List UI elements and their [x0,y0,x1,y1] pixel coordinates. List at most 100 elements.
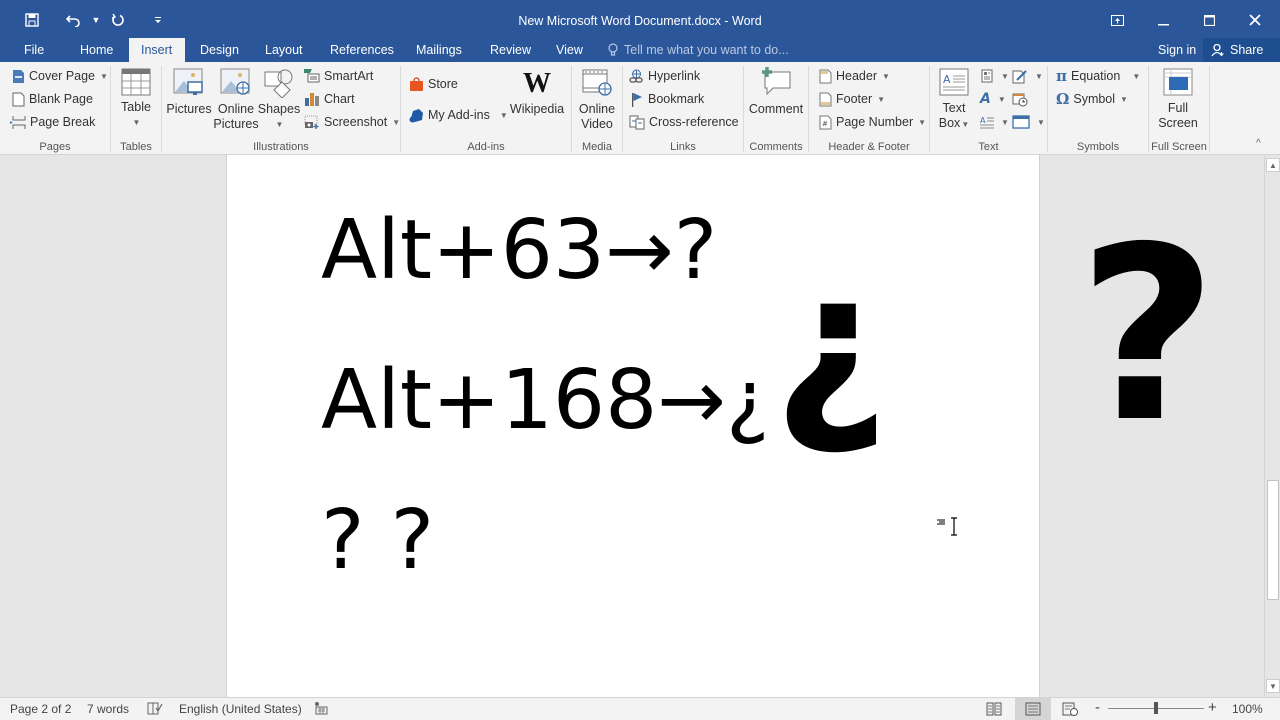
store-button[interactable]: Store [409,74,458,94]
my-addins-button[interactable]: My Add-ins ▼ [409,105,508,125]
drop-cap-icon: A [980,116,994,129]
tab-design[interactable]: Design [192,38,247,62]
scroll-down-button[interactable]: ▼ [1266,679,1280,693]
equation-button[interactable]: π Equation ▼ [1056,66,1140,86]
chevron-down-icon: ▼ [275,120,284,129]
status-bar: Page 2 of 2 7 words English (United Stat… [0,697,1280,720]
full-screen-label-2: Screen [1158,116,1198,130]
zoom-slider[interactable] [1108,702,1204,714]
full-screen-button[interactable]: Full Screen [1155,68,1201,131]
screenshot-button[interactable]: Screenshot ▼ [304,112,400,132]
tab-review[interactable]: Review [482,38,539,62]
text-cursor-icon [937,517,957,537]
chevron-down-icon: ▼ [997,94,1006,104]
cover-page-button[interactable]: Cover Page ▼ [12,66,108,86]
ribbon-display-options-icon [1110,14,1124,26]
wikipedia-button[interactable]: W Wikipedia [509,70,565,117]
sign-in-link[interactable]: Sign in [1158,38,1196,62]
signature-line-button[interactable]: ▼ [1012,66,1043,86]
blank-page-button[interactable]: Blank Page [12,89,93,109]
tell-me-search[interactable]: Tell me what you want to do... [608,38,789,62]
print-layout-button[interactable] [1015,698,1051,720]
triangle-down-icon: ▼ [1269,681,1277,691]
shapes-icon [264,69,293,98]
zoom-in-button[interactable]: + [1208,699,1217,716]
group-label-header-footer: Header & Footer [828,141,910,153]
page-break-button[interactable]: Page Break [10,112,95,132]
object-button[interactable]: ▼ [1012,112,1045,132]
maximize-button[interactable] [1189,8,1229,32]
drop-cap-button[interactable]: A ▼ [980,112,1009,132]
proofing-button[interactable] [147,701,163,718]
signature-line-icon [1012,69,1027,83]
wordart-icon: A [980,91,991,107]
cross-reference-button[interactable]: Cross-reference [629,112,739,132]
smartart-button[interactable]: SmartArt [304,66,373,86]
tab-file[interactable]: File [16,38,52,62]
online-video-button[interactable]: Online Video [576,68,618,132]
page-break-label: Page Break [30,115,96,129]
scrollbar-thumb[interactable] [1267,480,1279,600]
bookmark-button[interactable]: Bookmark [631,89,704,109]
footer-label: Footer [836,92,873,106]
footer-button[interactable]: Footer ▼ [819,89,885,109]
table-button[interactable]: Table ▼ [117,68,155,130]
minimize-button[interactable] [1143,8,1183,32]
proofing-book-icon [147,702,163,715]
cross-reference-label: Cross-reference [649,115,739,129]
tab-view[interactable]: View [548,38,591,62]
svg-text:A: A [943,73,951,86]
web-layout-button[interactable] [1052,698,1088,720]
date-time-icon [1012,93,1028,106]
zoom-out-button[interactable]: - [1095,699,1100,716]
doc-line-alt63: Alt+63→? [321,203,718,298]
symbol-button[interactable]: Ω Symbol ▼ [1056,89,1128,109]
page-count[interactable]: Page 2 of 2 [10,702,71,716]
chevron-down-icon: ▼ [499,110,508,120]
header-icon [819,69,832,83]
lightbulb-icon [608,43,618,56]
wordart-button[interactable]: A ▼ [980,89,1006,109]
share-button[interactable]: Share [1203,38,1280,62]
my-addins-label: My Add-ins [428,108,490,122]
date-time-button[interactable] [1012,89,1028,109]
tab-references[interactable]: References [322,38,402,62]
pictures-button[interactable]: Pictures [166,68,212,117]
ribbon-display-options-button[interactable] [1097,8,1137,32]
vertical-scrollbar[interactable]: ▲ ▼ [1264,155,1280,697]
smartart-label: SmartArt [324,69,374,83]
tab-mailings[interactable]: Mailings [408,38,470,62]
word-count[interactable]: 7 words [87,702,129,716]
header-button[interactable]: Header ▼ [819,66,890,86]
new-comment-button[interactable]: Comment [748,66,804,117]
tab-insert[interactable]: Insert [129,38,185,62]
macro-recording-button[interactable] [314,701,328,718]
close-button[interactable] [1235,8,1275,32]
online-pictures-button[interactable]: Online Pictures [212,68,260,132]
pi-icon: π [1056,67,1067,85]
zoom-slider-thumb[interactable] [1154,702,1158,714]
text-box-button[interactable]: A Text Box▼ [934,68,974,132]
tab-home[interactable]: Home [72,38,121,62]
chart-button[interactable]: Chart [304,89,355,109]
online-pictures-label-1: Online [217,102,255,116]
document-page[interactable]: Alt+63→? Alt+168→¿ ¿ ? ? [226,155,1040,697]
language-indicator[interactable]: English (United States) [179,702,302,716]
triangle-up-icon: ▲ [1269,160,1277,170]
document-canvas[interactable]: Alt+63→? Alt+168→¿ ¿ ? ? ? [0,155,1264,697]
hyperlink-button[interactable]: Hyperlink [629,66,700,86]
group-media: Online Video Media [572,62,622,155]
chevron-down-icon: ▼ [1120,94,1128,104]
quick-parts-button[interactable]: ▼ [980,66,1009,86]
read-mode-button[interactable] [976,698,1012,720]
online-pictures-icon [220,68,250,95]
group-symbols: π Equation ▼ Ω Symbol ▼ Symbols [1048,62,1148,155]
zoom-level[interactable]: 100% [1232,702,1263,716]
page-number-button[interactable]: # Page Number ▼ [819,112,926,132]
shapes-button[interactable]: Shapes ▼ [258,68,300,132]
group-label-addins: Add-ins [467,141,505,153]
scroll-up-button[interactable]: ▲ [1266,158,1280,172]
tab-layout[interactable]: Layout [257,38,311,62]
share-label: Share [1230,43,1264,57]
collapse-ribbon-button[interactable]: ^ [1256,138,1261,149]
